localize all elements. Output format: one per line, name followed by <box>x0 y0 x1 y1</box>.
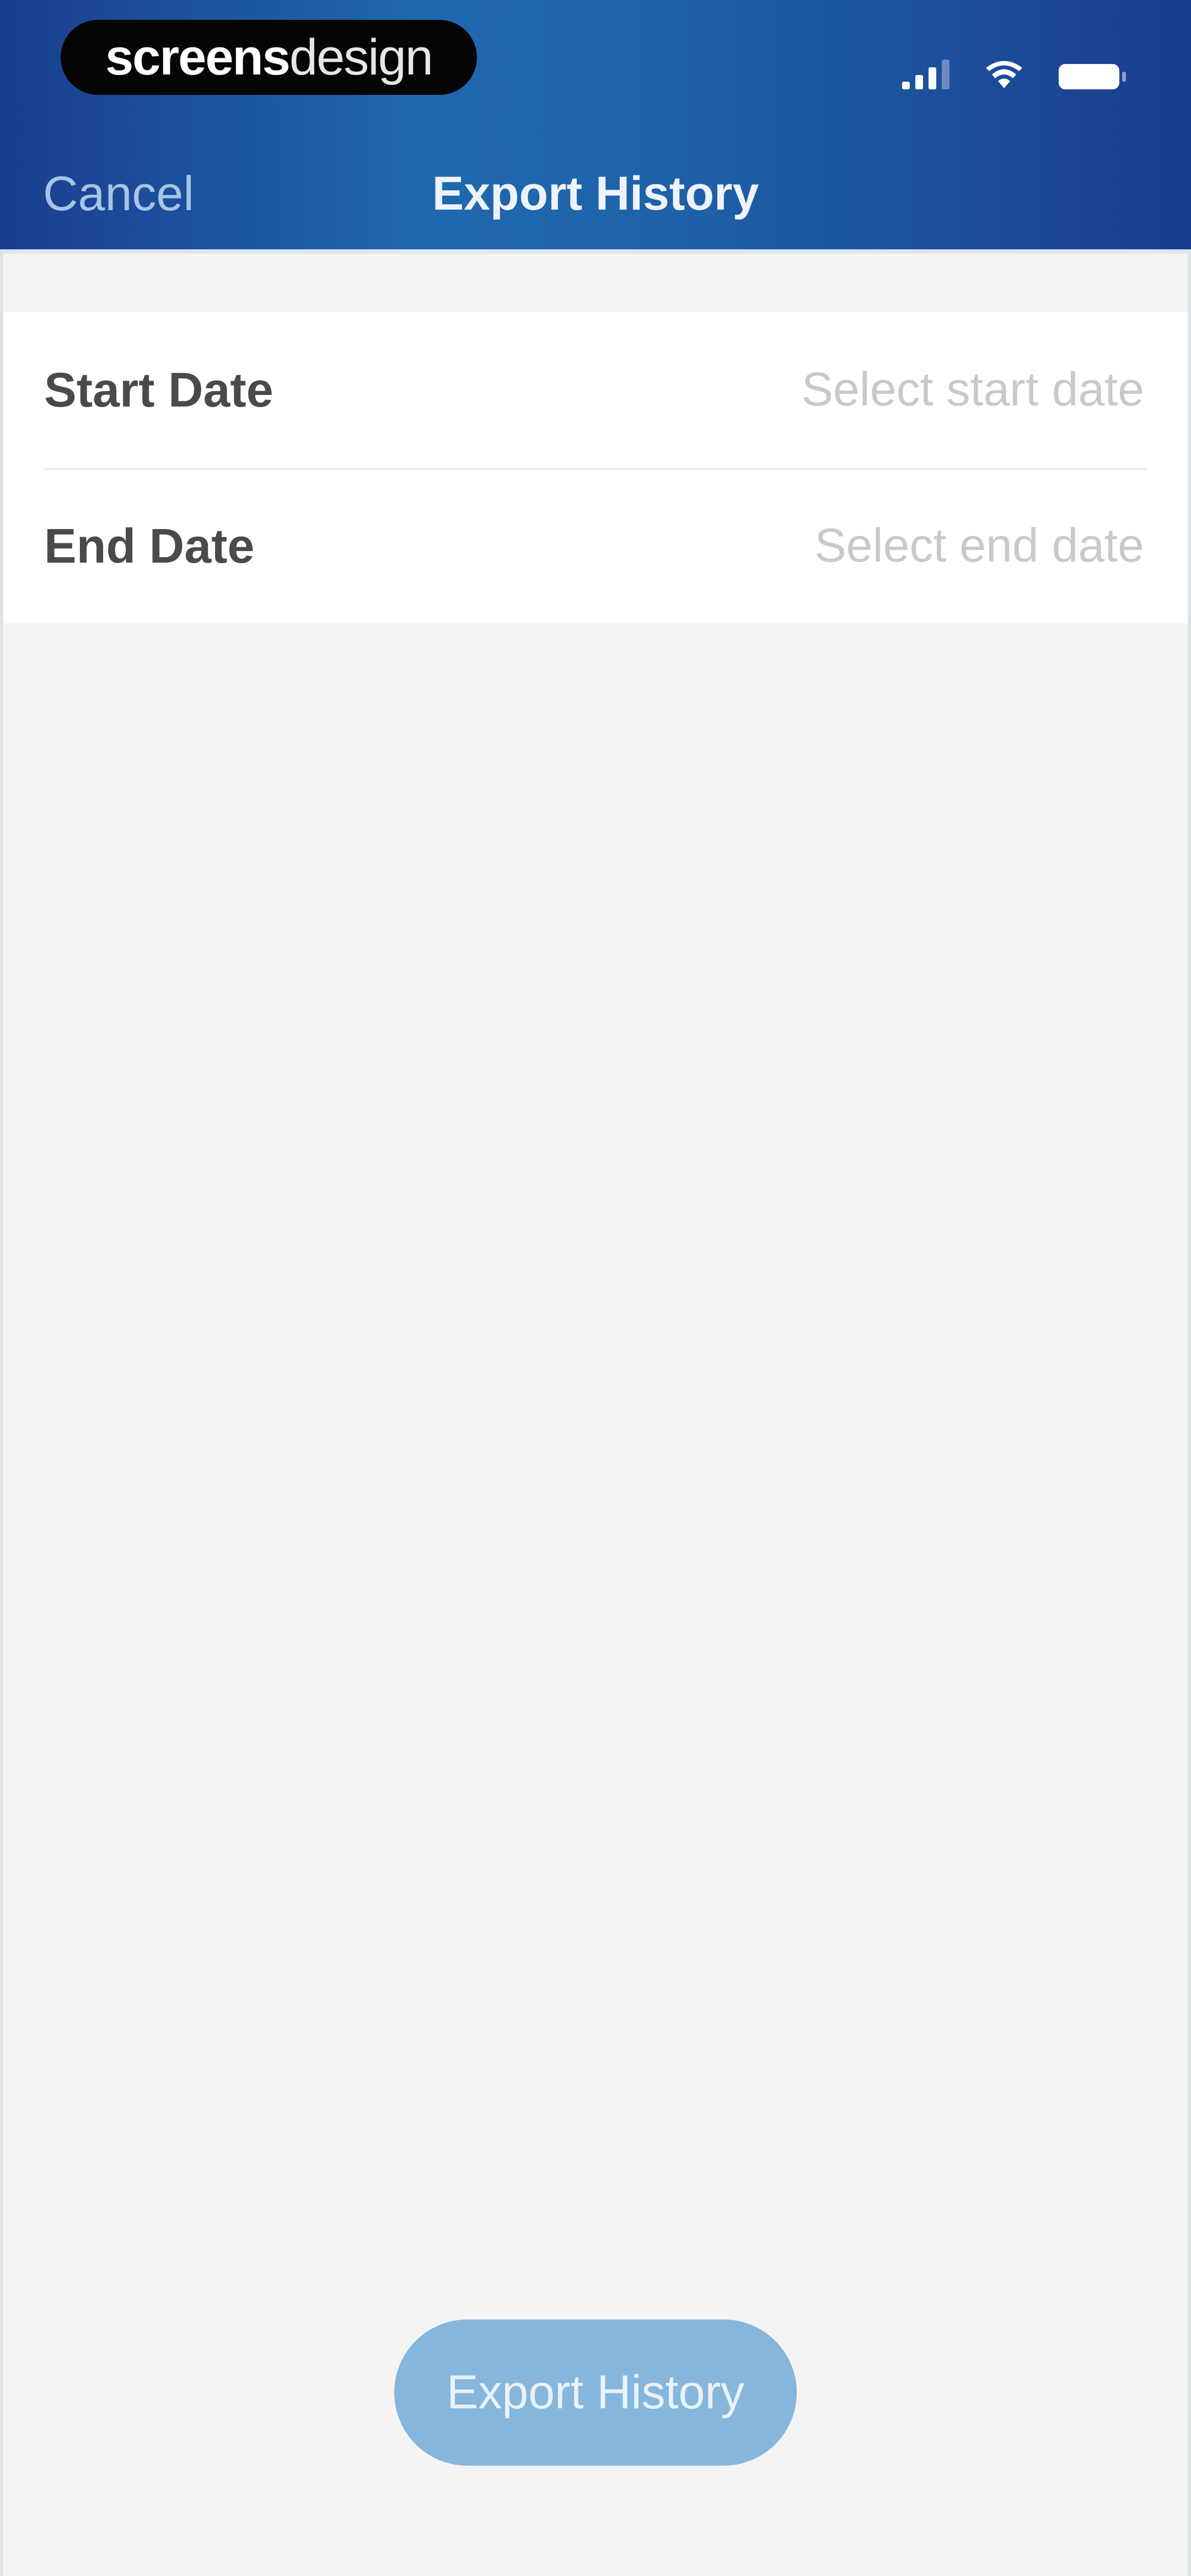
battery-icon <box>1059 64 1126 89</box>
end-date-field[interactable]: Select end date <box>814 468 1144 624</box>
cellular-signal-icon <box>902 58 949 89</box>
wifi-icon <box>986 61 1022 88</box>
status-bar-icons <box>902 51 1126 89</box>
end-date-row[interactable]: End Date Select end date <box>0 468 1191 624</box>
header-bar: screens design Cancel Export History <box>0 0 1191 254</box>
date-range-form: Start Date Select start date End Date Se… <box>0 312 1191 623</box>
start-date-label: Start Date <box>44 362 273 417</box>
export-history-screen: screens design Cancel Export History Star… <box>0 0 1191 2576</box>
end-date-label: End Date <box>44 518 255 573</box>
page-title: Export History <box>432 167 759 220</box>
screen-edge-right <box>1188 252 1191 2576</box>
start-date-row[interactable]: Start Date Select start date <box>0 312 1191 468</box>
start-date-field[interactable]: Select start date <box>802 312 1144 468</box>
screensdesign-watermark: screens design <box>61 20 477 95</box>
screen-edge-left <box>0 252 3 2576</box>
export-history-button[interactable]: Export History <box>394 2320 797 2466</box>
